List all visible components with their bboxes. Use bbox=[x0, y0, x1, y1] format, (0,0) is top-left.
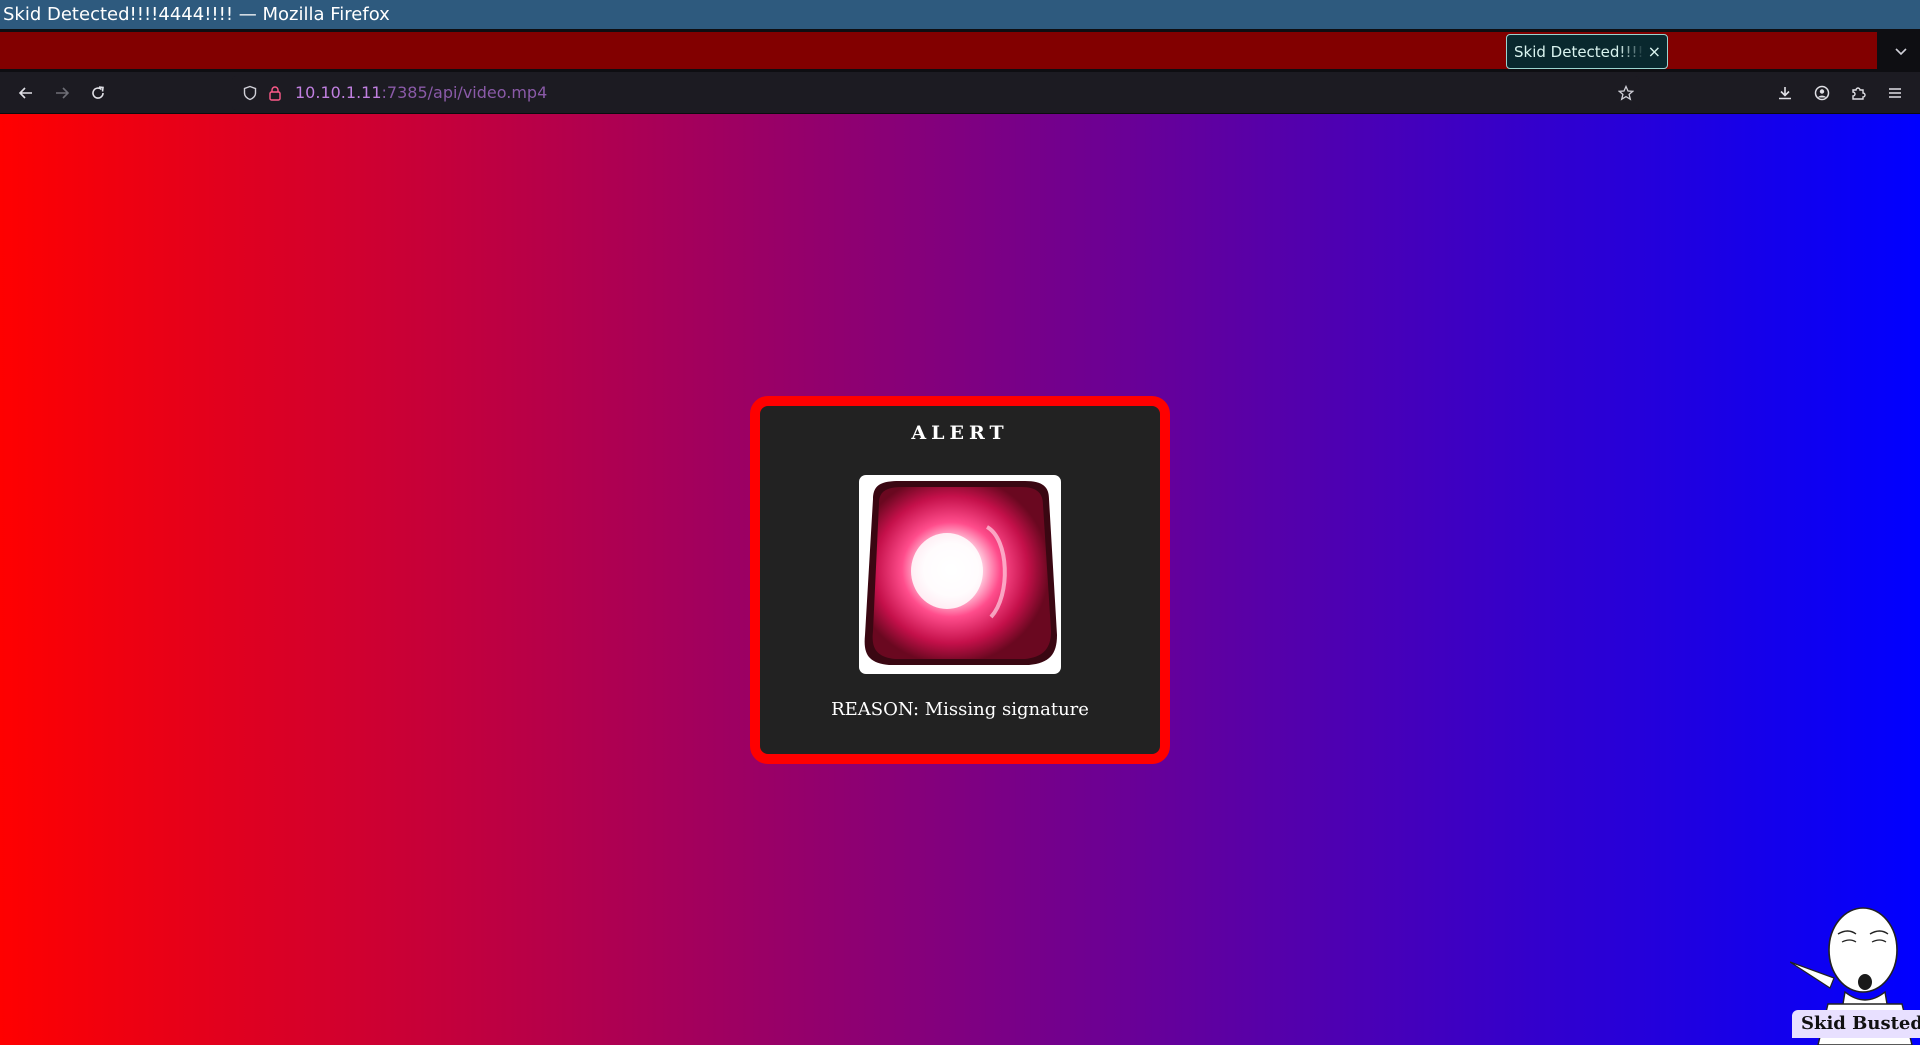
reload-button[interactable] bbox=[83, 78, 113, 108]
alert-box: ALERT REASON: Missing signature bbox=[750, 396, 1170, 764]
chevron-down-icon bbox=[1895, 47, 1907, 55]
forward-button[interactable] bbox=[47, 78, 77, 108]
url-host: 10.10.1.11 bbox=[295, 83, 382, 102]
hamburger-menu-icon bbox=[1889, 88, 1901, 98]
siren-light-icon bbox=[864, 481, 1057, 665]
puzzle-icon bbox=[1852, 87, 1866, 100]
shield-icon[interactable] bbox=[242, 85, 258, 101]
url-path: :7385/api/video.mp4 bbox=[381, 83, 548, 102]
app-menu-button[interactable] bbox=[1880, 78, 1910, 108]
tab-label: Skid Detected!!!!4444!!!! bbox=[1514, 42, 1645, 61]
page-viewport: ALERT REASON: Missing signature Skid Bus… bbox=[0, 114, 1920, 1045]
tab-list-button[interactable] bbox=[1882, 29, 1920, 72]
star-icon[interactable] bbox=[1618, 85, 1634, 101]
reload-icon bbox=[92, 86, 104, 99]
skid-busted-caption: Skid Busted bbox=[1792, 1010, 1920, 1038]
navigation-toolbar: 10.10.1.11:7385/api/video.mp4 bbox=[0, 72, 1920, 114]
back-arrow-icon bbox=[18, 87, 32, 99]
download-icon bbox=[1779, 87, 1791, 100]
url-text[interactable]: 10.10.1.11:7385/api/video.mp4 bbox=[295, 76, 547, 110]
tab-close-button[interactable]: × bbox=[1648, 35, 1661, 68]
alert-title: ALERT bbox=[911, 422, 1009, 444]
tab-strip: Skid Detected!!!!4444!!!! × bbox=[0, 29, 1920, 72]
forward-arrow-icon bbox=[56, 87, 70, 99]
alert-reason: REASON: Missing signature bbox=[831, 699, 1089, 720]
lock-icon[interactable] bbox=[267, 85, 283, 101]
window-title: Skid Detected!!!!4444!!!! — Mozilla Fire… bbox=[0, 0, 1920, 29]
tab-skid-detected[interactable]: Skid Detected!!!!4444!!!! × bbox=[1506, 34, 1668, 69]
url-bar[interactable]: 10.10.1.11:7385/api/video.mp4 bbox=[232, 76, 1639, 110]
account-icon bbox=[1814, 85, 1830, 101]
downloads-button[interactable] bbox=[1770, 78, 1800, 108]
extensions-button[interactable] bbox=[1843, 78, 1873, 108]
alert-image bbox=[859, 475, 1061, 674]
back-button[interactable] bbox=[11, 78, 41, 108]
account-button[interactable] bbox=[1807, 78, 1837, 108]
